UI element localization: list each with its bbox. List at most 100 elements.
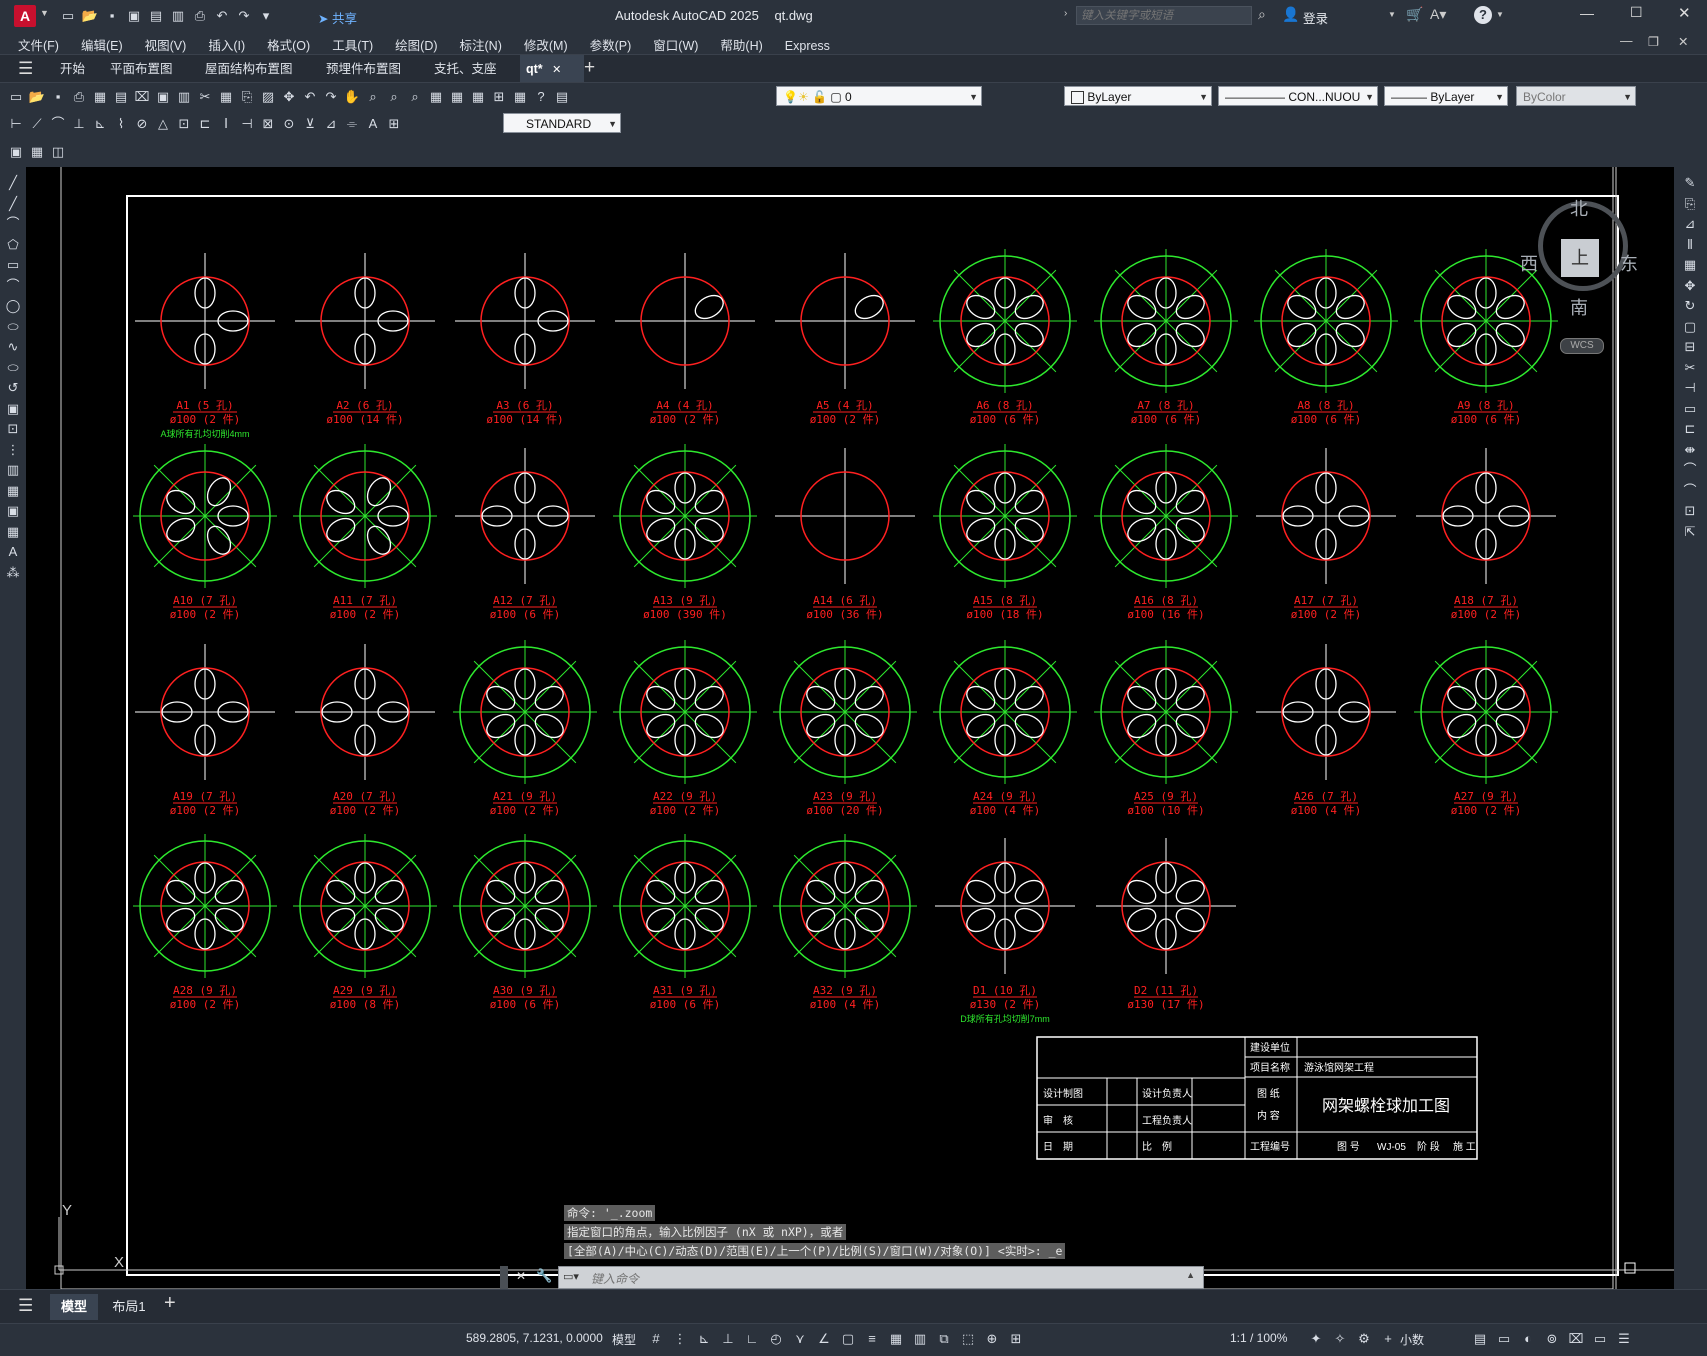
- login-caret-icon[interactable]: ▼: [1388, 10, 1396, 19]
- radius-icon[interactable]: ⊘: [132, 114, 152, 134]
- maximize-icon[interactable]: ☐: [1630, 4, 1643, 21]
- layer-properties-icon[interactable]: ▤: [552, 87, 572, 107]
- ellipse-arc-icon[interactable]: ↺: [3, 378, 23, 398]
- save-icon[interactable]: ▪: [102, 6, 122, 26]
- lineweight-icon[interactable]: ≡: [862, 1329, 882, 1349]
- diameter-icon[interactable]: △: [153, 114, 173, 134]
- annotation-monitor-icon[interactable]: +: [1378, 1329, 1398, 1349]
- object-track-icon[interactable]: ∠: [814, 1329, 834, 1349]
- help-icon[interactable]: ?: [1474, 6, 1492, 24]
- command-line-grip[interactable]: [500, 1266, 508, 1289]
- space-icon[interactable]: ⊣: [237, 114, 257, 134]
- hand-icon[interactable]: ✋: [342, 87, 362, 107]
- color-dropdown[interactable]: ByLayer ▼: [1064, 86, 1212, 106]
- break-icon[interactable]: ⊠: [258, 114, 278, 134]
- command-prompt-icon[interactable]: ▭▾: [563, 1270, 579, 1283]
- pan-icon[interactable]: ✥: [279, 87, 299, 107]
- customize-wrench-icon[interactable]: 🔧: [536, 1268, 552, 1284]
- tab-support[interactable]: 支托、支座: [428, 55, 503, 83]
- add-selected-icon[interactable]: ⁂: [3, 563, 23, 583]
- aligned-dim-icon[interactable]: ⟋: [27, 114, 47, 134]
- tolerance-icon[interactable]: ⊙: [279, 114, 299, 134]
- search-expand-icon[interactable]: ›: [1064, 8, 1067, 19]
- block-icon[interactable]: ▦: [216, 87, 236, 107]
- compass-east[interactable]: 东: [1620, 250, 1638, 276]
- isolate-objects-icon[interactable]: ◐: [1518, 1329, 1538, 1349]
- jog-linear-icon[interactable]: ⌯: [342, 114, 362, 134]
- tab-roof-structure[interactable]: 屋面结构布置图: [199, 55, 299, 83]
- zoom-window-icon[interactable]: ⌕: [384, 87, 404, 107]
- quick-properties-icon[interactable]: ▤: [1470, 1329, 1490, 1349]
- menu-item-12[interactable]: Express: [785, 39, 830, 53]
- tab-qt[interactable]: qt* ✕: [520, 55, 584, 83]
- zoom-realtime-icon[interactable]: ⌕: [363, 87, 383, 107]
- minimize-icon[interactable]: —: [1580, 5, 1594, 21]
- stretch-icon[interactable]: ⊟: [1680, 337, 1700, 357]
- ortho-icon[interactable]: ∟: [742, 1329, 762, 1349]
- continue-icon[interactable]: Ⅰ: [216, 114, 236, 134]
- help-search-input[interactable]: [1076, 6, 1252, 25]
- trim-icon[interactable]: ✂: [1680, 358, 1700, 378]
- angular-icon[interactable]: ⊾: [90, 114, 110, 134]
- markup-icon[interactable]: ▦: [510, 87, 530, 107]
- layer-dropdown[interactable]: 💡☀ 🔓 ▢ 0 ▼: [776, 86, 982, 106]
- table-icon-a-icon[interactable]: ▣: [6, 142, 26, 162]
- selection-filter-icon[interactable]: ⊕: [982, 1329, 1002, 1349]
- point-icon[interactable]: ⋮: [3, 440, 23, 460]
- osnap-icon[interactable]: ▢: [838, 1329, 858, 1349]
- rotate-icon[interactable]: ↻: [1680, 296, 1700, 316]
- open-icon[interactable]: 📂: [80, 6, 100, 26]
- construction-line-icon[interactable]: ╱: [3, 194, 23, 214]
- polygon-icon[interactable]: ⬠: [3, 235, 23, 255]
- plotstyle-dropdown[interactable]: ByColor ▼: [1516, 86, 1636, 106]
- menu-item-0[interactable]: 文件(F): [18, 35, 59, 54]
- spline-icon[interactable]: ∿: [3, 337, 23, 357]
- gizmo-icon[interactable]: ⊞: [1006, 1329, 1026, 1349]
- linetype-dropdown[interactable]: ————— CON...NUOU ▼: [1218, 86, 1378, 106]
- doc-close-icon[interactable]: ✕: [1678, 34, 1688, 49]
- move-icon[interactable]: ✥: [1680, 276, 1700, 296]
- menu-item-10[interactable]: 窗口(W): [653, 35, 698, 54]
- plot-preview-icon[interactable]: ▦: [90, 87, 110, 107]
- properties-icon[interactable]: ⎘: [237, 87, 257, 107]
- fullscreen-icon[interactable]: ▭: [1590, 1329, 1610, 1349]
- center-mark-icon[interactable]: ⊻: [300, 114, 320, 134]
- inspect-icon[interactable]: ⊿: [321, 114, 341, 134]
- compass-north[interactable]: 北: [1570, 195, 1588, 221]
- drawing-canvas[interactable]: Y X A1 (5 孔) ø100 (2 件) A球所有孔均切削4mm A2 (6 孔) ø…: [26, 167, 1674, 1289]
- save-web-icon[interactable]: ▥: [168, 6, 188, 26]
- break-icon[interactable]: ⊏: [1680, 419, 1700, 439]
- paste-icon[interactable]: ▥: [174, 87, 194, 107]
- cart-icon[interactable]: 🛒: [1406, 6, 1423, 23]
- auto-scale-icon[interactable]: ✧: [1330, 1329, 1350, 1349]
- hamburger-menu-icon[interactable]: ☰: [18, 59, 33, 79]
- doc-restore-icon[interactable]: ❐: [1648, 34, 1659, 49]
- isodraft-icon[interactable]: ⋎: [790, 1329, 810, 1349]
- search-icon[interactable]: ⌕: [1258, 6, 1266, 23]
- tab-start[interactable]: 开始: [54, 55, 91, 83]
- jogged-icon[interactable]: ⌇: [111, 114, 131, 134]
- redo-icon[interactable]: ↷: [234, 6, 254, 26]
- help-caret-icon[interactable]: ▼: [1496, 10, 1504, 19]
- menu-item-7[interactable]: 标注(N): [460, 35, 502, 54]
- fillet-icon[interactable]: ⌒: [1680, 481, 1700, 501]
- dynamic-ucs-icon[interactable]: ⊥: [718, 1329, 738, 1349]
- login-button[interactable]: 登录: [1303, 8, 1328, 27]
- new-icon[interactable]: ▭: [58, 6, 78, 26]
- copy-icon[interactable]: ▣: [153, 87, 173, 107]
- ucs-menu[interactable]: WCS: [1560, 338, 1604, 354]
- menu-item-4[interactable]: 格式(O): [267, 35, 310, 54]
- scale-icon[interactable]: ▢: [1680, 317, 1700, 337]
- tab-embedded-parts[interactable]: 预埋件布置图: [320, 55, 407, 83]
- workspace-icon[interactable]: ⚙: [1354, 1329, 1374, 1349]
- dim-style-icon[interactable]: ⊞: [384, 114, 404, 134]
- chamfer-icon[interactable]: ⌒: [1680, 460, 1700, 480]
- table-icon-c-icon[interactable]: ◫: [48, 142, 68, 162]
- polyline-icon[interactable]: ⌒: [3, 214, 23, 234]
- sheet-set-icon[interactable]: ⊞: [489, 87, 509, 107]
- line-icon[interactable]: ╱: [3, 173, 23, 193]
- save-as-icon[interactable]: ▣: [124, 6, 144, 26]
- linear-dim-icon[interactable]: ⊢: [6, 114, 26, 134]
- erase-icon[interactable]: ✎: [1680, 173, 1700, 193]
- snap-icon[interactable]: ⋮: [670, 1329, 690, 1349]
